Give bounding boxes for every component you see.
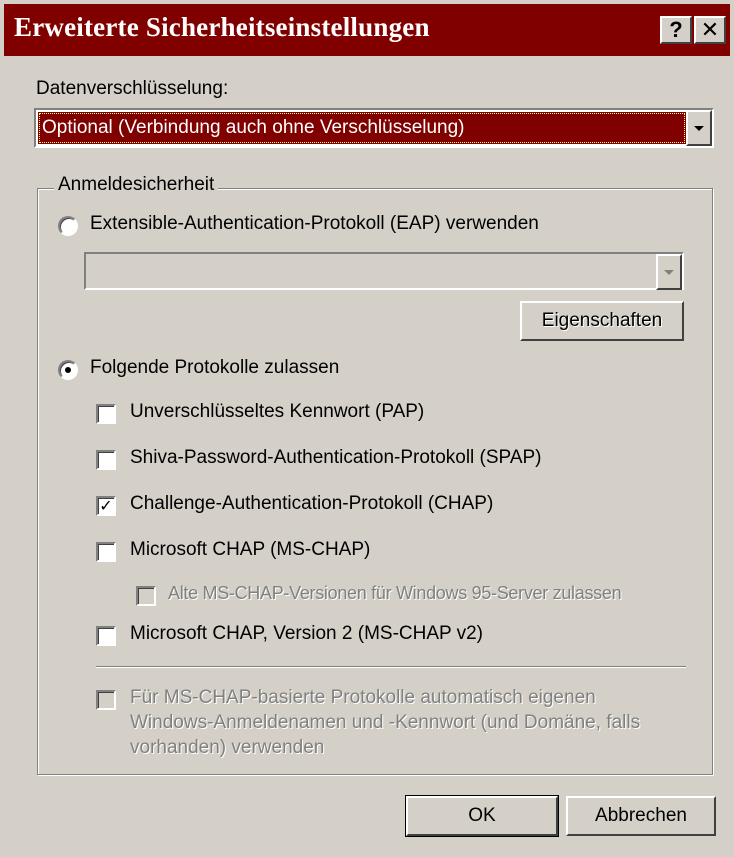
spap-checkbox[interactable]	[96, 450, 116, 470]
spap-label[interactable]: Shiva-Password-Authentication-Protokoll …	[130, 447, 542, 469]
pap-label[interactable]: Unverschlüsseltes Kennwort (PAP)	[130, 401, 424, 423]
title-bar[interactable]: Erweiterte Sicherheitseinstellungen ? ✕	[4, 4, 730, 56]
chevron-down-icon	[694, 126, 704, 131]
chap-label[interactable]: Challenge-Authentication-Protokoll (CHAP…	[130, 493, 493, 515]
ok-button[interactable]: OK	[405, 795, 559, 837]
legacy-ms-chap-label: Alte MS-CHAP-Versionen für Windows 95-Se…	[168, 583, 622, 603]
protocols-radio-label[interactable]: Folgende Protokolle zulassen	[90, 357, 339, 379]
checkmark-icon: ✓	[99, 496, 113, 515]
properties-button: Eigenschaften	[520, 301, 684, 341]
auto-logon-label-line2: Windows-Anmeldenamen und -Kennwort (und …	[130, 712, 641, 733]
cancel-button[interactable]: Abbrechen	[566, 796, 716, 836]
ms-chap-label[interactable]: Microsoft CHAP (MS-CHAP)	[130, 539, 370, 561]
eap-radio-label[interactable]: Extensible-Authentication-Protokoll (EAP…	[90, 213, 539, 235]
radio-selected-dot	[65, 367, 71, 373]
eap-dropdown-button	[656, 254, 682, 290]
chap-checkbox[interactable]: ✓	[96, 496, 116, 516]
close-button[interactable]: ✕	[694, 16, 726, 44]
separator	[96, 666, 686, 668]
protocols-radio[interactable]	[58, 360, 78, 380]
encryption-selected-value[interactable]: Optional (Verbindung auch ohne Verschlüs…	[38, 112, 686, 144]
auto-logon-checkbox	[96, 690, 116, 710]
auto-logon-label-line3: vorhanden) verwenden	[130, 737, 325, 758]
pap-checkbox[interactable]	[96, 404, 116, 424]
window-title: Erweiterte Sicherheitseinstellungen	[14, 12, 430, 42]
legacy-ms-chap-checkbox	[136, 586, 156, 606]
ms-chap-v2-checkbox[interactable]	[96, 626, 116, 646]
encryption-dropdown[interactable]: Optional (Verbindung auch ohne Verschlüs…	[34, 108, 714, 148]
eap-radio[interactable]	[58, 216, 78, 236]
ms-chap-checkbox[interactable]	[96, 542, 116, 562]
ms-chap-v2-label[interactable]: Microsoft CHAP, Version 2 (MS-CHAP v2)	[130, 623, 483, 645]
chevron-down-icon	[664, 270, 674, 275]
eap-dropdown	[84, 252, 684, 290]
encryption-label: Datenverschlüsselung:	[36, 78, 229, 99]
dropdown-button[interactable]	[686, 110, 712, 146]
auto-logon-label-line1: Für MS-CHAP-basierte Protokolle automati…	[130, 687, 596, 708]
logon-security-legend: Anmeldesicherheit	[54, 174, 219, 196]
close-icon: ✕	[700, 17, 720, 42]
help-button[interactable]: ?	[660, 16, 692, 44]
dialog-window: Erweiterte Sicherheitseinstellungen ? ✕ …	[0, 0, 734, 857]
